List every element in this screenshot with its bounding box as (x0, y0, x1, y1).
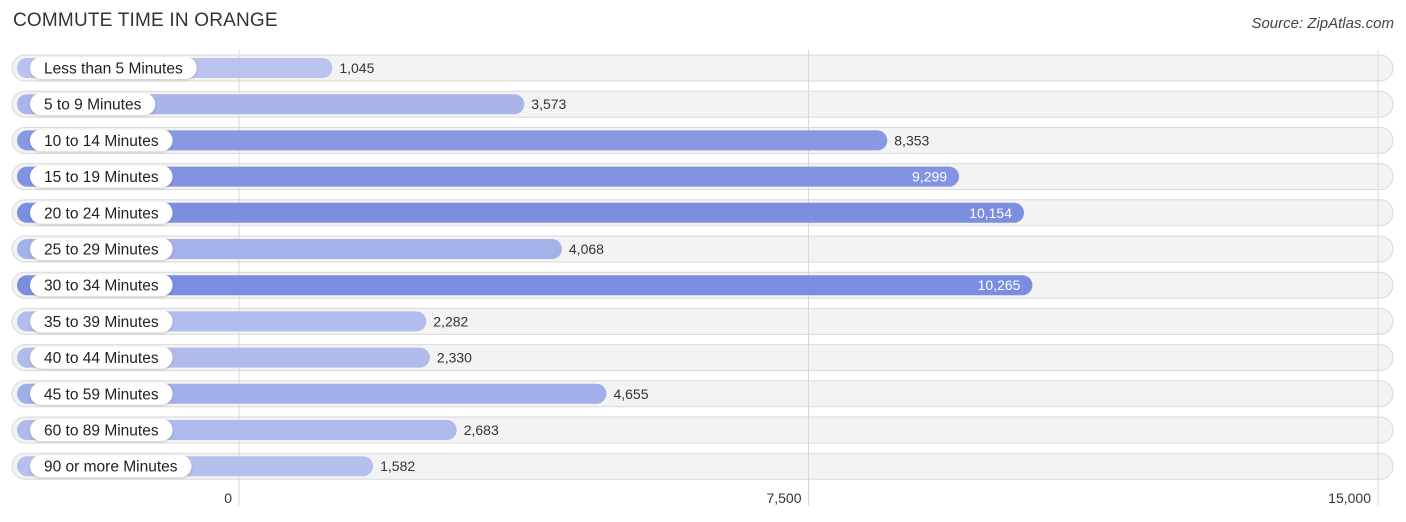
bar-row: 35 to 39 Minutes 2,282 (17, 310, 469, 333)
category-label: 90 or more Minutes (44, 459, 178, 476)
x-tick-label: 7,500 (766, 490, 801, 506)
x-tick-label: 0 (224, 490, 232, 506)
bar-row: 10 to 14 Minutes 8,353 (17, 129, 930, 152)
category-label: 30 to 34 Minutes (44, 278, 159, 295)
bar-row: 15 to 19 Minutes 9,299 (17, 165, 960, 188)
value-label: 2,330 (437, 350, 472, 366)
value-label: 4,068 (569, 241, 604, 257)
bar-row: 30 to 34 Minutes 10,265 (17, 274, 1033, 297)
category-label: Less than 5 Minutes (44, 61, 183, 78)
category-label: 10 to 14 Minutes (44, 133, 159, 150)
category-label: 40 to 44 Minutes (44, 350, 159, 367)
value-label: 9,299 (912, 169, 947, 185)
bar-row: 20 to 24 Minutes 10,154 (17, 201, 1025, 224)
value-label: 10,154 (969, 205, 1012, 221)
category-label: 15 to 19 Minutes (44, 169, 159, 186)
category-label: 35 to 39 Minutes (44, 314, 159, 331)
bar-row: 40 to 44 Minutes 2,330 (17, 346, 472, 369)
bar-chart: Less than 5 Minutes 1,045 5 to 9 Minutes 3,… (11, 50, 1394, 506)
category-label: 45 to 59 Minutes (44, 386, 159, 403)
value-label: 2,683 (464, 422, 499, 438)
bar-row: Less than 5 Minutes 1,045 (17, 57, 375, 79)
category-label: 60 to 89 Minutes (44, 423, 159, 440)
bar-row: 25 to 29 Minutes 4,068 (17, 238, 604, 260)
bar-row: 5 to 9 Minutes 3,573 (17, 93, 567, 116)
x-tick-label: 15,000 (1328, 490, 1371, 506)
bar-row: 90 or more Minutes 1,582 (17, 455, 415, 478)
category-label: 25 to 29 Minutes (44, 242, 159, 259)
value-label: 3,573 (531, 96, 566, 112)
value-label: 2,282 (433, 313, 468, 329)
value-label: 1,045 (339, 60, 374, 76)
category-label: 5 to 9 Minutes (44, 97, 142, 114)
bar-row: 45 to 59 Minutes 4,655 (17, 382, 649, 405)
category-label: 20 to 24 Minutes (44, 205, 159, 222)
bar-row: 60 to 89 Minutes 2,683 (17, 419, 499, 441)
value-label: 8,353 (894, 132, 929, 148)
value-label: 10,265 (978, 277, 1021, 293)
value-label: 4,655 (613, 386, 648, 402)
value-label: 1,582 (380, 458, 415, 474)
